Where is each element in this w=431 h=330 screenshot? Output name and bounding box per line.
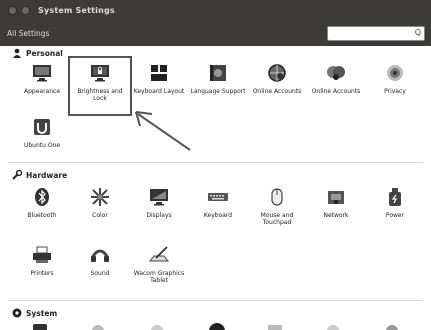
search-input[interactable]: Q (327, 26, 425, 41)
settings-item-displays[interactable]: Displays (129, 186, 189, 219)
settings-item-wacom-tablet[interactable]: Wacom Graphics Tablet (129, 244, 189, 284)
color-icon (89, 186, 111, 208)
settings-item-label: Language Support (190, 88, 246, 95)
section-header-hardware: Hardware (12, 169, 68, 180)
settings-item-color[interactable]: Color (70, 186, 130, 219)
system-item-icon[interactable] (268, 325, 282, 330)
settings-item-label: Network (323, 212, 349, 219)
settings-item-label: Keyboard Layout (133, 88, 185, 95)
window-titlebar: System Settings (0, 0, 431, 20)
bluetooth-icon (31, 186, 53, 208)
section-title-system: System (26, 308, 58, 318)
settings-item-online-accounts-2[interactable]: Online Accounts (306, 62, 366, 95)
appearance-icon (31, 62, 53, 84)
online-accounts-icon (266, 62, 288, 84)
wacom-icon (148, 244, 170, 266)
settings-item-label: Keyboard (203, 212, 233, 219)
system-item-icon[interactable] (33, 324, 47, 330)
settings-item-language-support[interactable]: Language Support (188, 62, 248, 95)
settings-item-label: Color (92, 212, 108, 219)
all-settings-button[interactable]: All Settings (7, 29, 49, 38)
person-icon (12, 48, 22, 58)
system-icons-row (0, 322, 431, 330)
section-header-system: System (12, 308, 57, 318)
system-icon (12, 308, 22, 318)
settings-item-sound[interactable]: Sound (70, 244, 130, 277)
highlight-box (68, 56, 132, 116)
settings-item-label: Appearance (23, 88, 61, 95)
settings-item-label: Mouse and Touchpad (260, 212, 294, 226)
settings-item-label: Ubuntu One (23, 142, 61, 149)
settings-item-network[interactable]: Network (306, 186, 366, 219)
wrench-icon (12, 169, 23, 180)
settings-item-appearance[interactable]: Appearance (12, 62, 72, 95)
settings-item-keyboard-layout[interactable]: Keyboard Layout (129, 62, 189, 95)
settings-item-label: Privacy (384, 88, 406, 95)
language-support-icon (207, 62, 229, 84)
annotation-arrow (135, 111, 191, 151)
settings-item-mouse-touchpad[interactable]: Mouse and Touchpad (247, 186, 307, 226)
search-icon: Q (414, 28, 421, 37)
toolbar: All Settings Q (0, 20, 431, 46)
power-icon (384, 186, 406, 208)
settings-item-ubuntu-one[interactable]: Ubuntu One (12, 116, 72, 149)
close-window-button[interactable] (8, 5, 17, 15)
section-header-personal: Personal (12, 48, 63, 58)
settings-item-label: Online Accounts (311, 88, 361, 95)
section-title-hardware: Hardware (26, 170, 68, 180)
settings-item-printers[interactable]: Printers (12, 244, 72, 277)
settings-item-power[interactable]: Power (365, 186, 425, 219)
settings-item-label: Displays (146, 212, 172, 219)
system-item-icon[interactable] (386, 325, 398, 330)
system-item-icon[interactable] (151, 325, 163, 330)
system-item-icon[interactable] (327, 325, 339, 330)
system-item-icon[interactable] (92, 325, 104, 330)
settings-item-bluetooth[interactable]: Bluetooth (12, 186, 72, 219)
privacy-icon (384, 62, 406, 84)
keyboard-icon (207, 186, 229, 208)
settings-item-label: Wacom Graphics Tablet (133, 270, 185, 284)
minimize-window-button[interactable] (21, 5, 30, 15)
settings-item-label: Online Accounts (252, 88, 302, 95)
mouse-icon (266, 186, 288, 208)
network-icon (325, 186, 347, 208)
settings-item-keyboard[interactable]: Keyboard (188, 186, 248, 219)
online-accounts-icon-2 (325, 62, 347, 84)
settings-item-label: Bluetooth (27, 212, 57, 219)
section-separator (8, 162, 423, 163)
settings-item-online-accounts[interactable]: Online Accounts (247, 62, 307, 95)
settings-item-label: Sound (90, 270, 110, 277)
settings-item-label: Power (385, 212, 405, 219)
displays-icon (148, 186, 170, 208)
section-separator (8, 300, 423, 301)
section-title-personal: Personal (26, 48, 63, 58)
printer-icon (31, 244, 53, 266)
ubuntu-one-icon (31, 116, 53, 138)
system-item-icon[interactable] (209, 323, 225, 330)
keyboard-layout-icon (148, 62, 170, 84)
settings-item-label: Printers (30, 270, 54, 277)
window-title: System Settings (38, 5, 115, 15)
sound-icon (89, 244, 111, 266)
settings-item-privacy[interactable]: Privacy (365, 62, 425, 95)
